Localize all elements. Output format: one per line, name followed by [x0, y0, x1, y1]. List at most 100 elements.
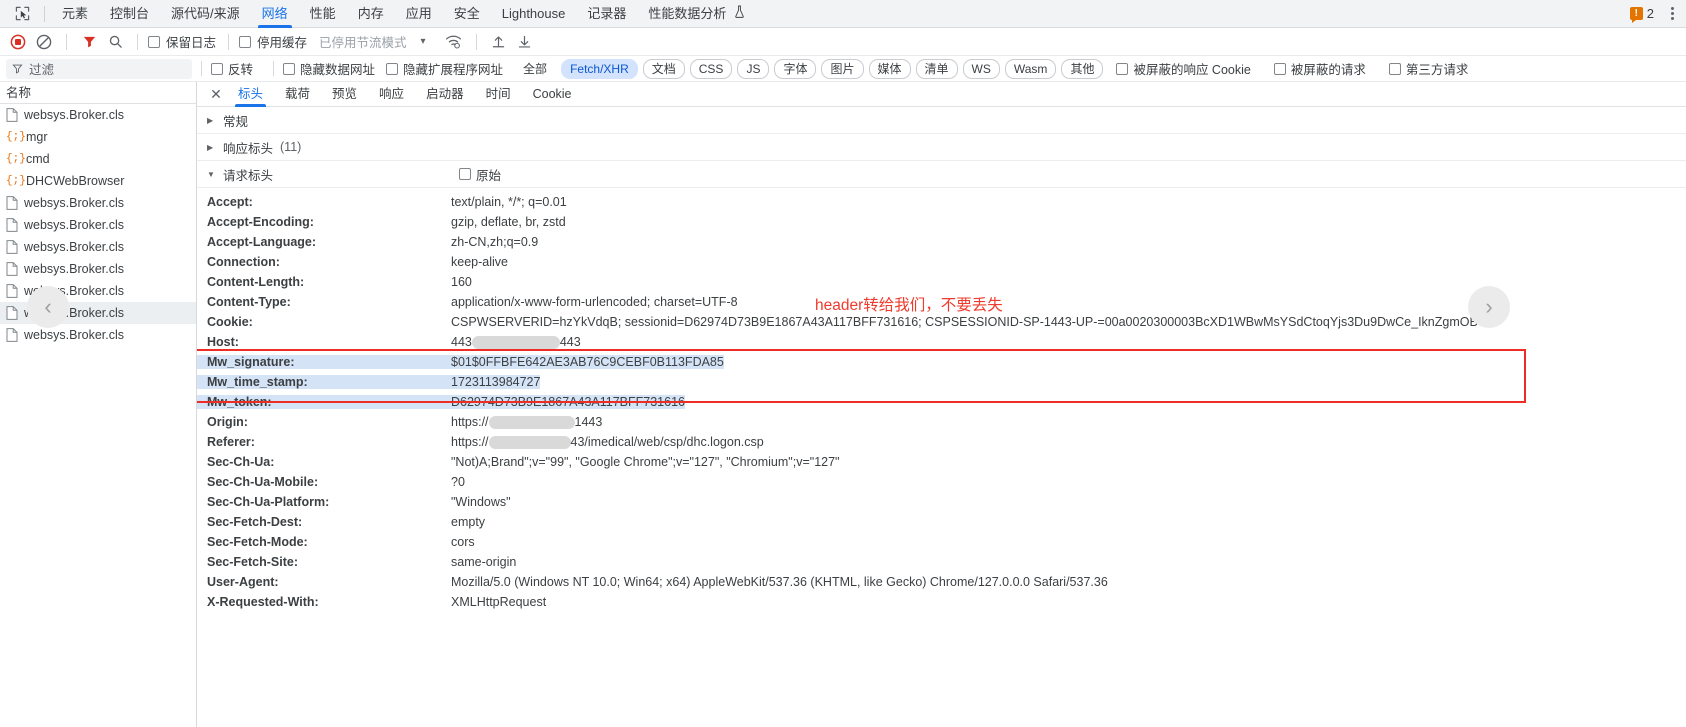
close-icon[interactable]: ✕: [205, 83, 227, 105]
invert-checkbox[interactable]: 反转: [211, 59, 253, 78]
network-conditions-icon[interactable]: [442, 30, 466, 54]
header-value-prefix: https://: [451, 434, 489, 449]
header-value: cors: [451, 535, 475, 549]
header-name: Referer:: [207, 435, 255, 449]
header-value-text: same-origin: [451, 555, 517, 569]
kebab-menu-icon[interactable]: [1664, 5, 1680, 23]
header-row: Referer: https:// 43/imedical/web/csp/dhc.…: [197, 432, 1686, 452]
import-har-icon[interactable]: [487, 30, 511, 54]
detail-tab-headers[interactable]: 标头: [227, 82, 274, 107]
disable-cache-checkbox[interactable]: 停用缓存: [239, 32, 307, 51]
tab-memory[interactable]: 内存: [347, 0, 395, 28]
section-request-headers[interactable]: ▼ 请求标头 原始: [197, 161, 1686, 188]
detail-tab-cookie[interactable]: Cookie: [522, 82, 583, 107]
type-chip-css[interactable]: CSS: [689, 58, 733, 79]
header-value-text: CSPWSERVERID=hzYkVdqB; sessionid=D62974D…: [451, 315, 1478, 329]
filter-funnel-icon[interactable]: [77, 30, 101, 54]
document-icon: [6, 306, 18, 320]
tab-application[interactable]: 应用: [395, 0, 443, 28]
list-item[interactable]: websys.Broker.cls: [0, 214, 196, 236]
hide-data-urls-checkbox[interactable]: 隐藏数据网址: [283, 59, 375, 78]
preserve-log-label: 保留日志: [166, 36, 217, 50]
header-value: 1723113984727: [451, 375, 541, 389]
list-item[interactable]: {;} cmd: [0, 148, 196, 170]
header-value-text: 160: [451, 275, 472, 289]
clear-network-log-icon[interactable]: [32, 30, 56, 54]
list-item[interactable]: websys.Broker.cls: [0, 236, 196, 258]
tab-security[interactable]: 安全: [443, 0, 491, 28]
detail-tab-payload[interactable]: 载荷: [274, 82, 321, 107]
list-item-label: cmd: [26, 152, 50, 166]
type-chip-fetch-xhr[interactable]: Fetch/XHR: [561, 58, 638, 79]
tab-performance-insights[interactable]: 性能数据分析: [637, 0, 749, 28]
detail-tab-timing[interactable]: 时间: [475, 82, 522, 107]
third-party-checkbox[interactable]: 第三方请求: [1388, 59, 1468, 78]
detail-tab-preview[interactable]: 预览: [321, 82, 368, 107]
tab-console[interactable]: 控制台: [99, 0, 160, 28]
header-value-text: text/plain, */*; q=0.01: [451, 195, 567, 209]
blocked-requests-checkbox[interactable]: 被屏蔽的请求: [1273, 59, 1366, 78]
list-item[interactable]: websys.Broker.cls: [0, 324, 196, 346]
list-item-label: websys.Broker.cls: [24, 196, 125, 210]
type-chip-other[interactable]: 其他: [1061, 58, 1104, 79]
header-row: Sec-Fetch-Mode: cors: [197, 532, 1686, 552]
list-item[interactable]: websys.Broker.cls: [0, 192, 196, 214]
request-list-panel: 名称 websys.Broker.cls {;} mgr {;} cmd {;} DHCWe…: [0, 82, 197, 727]
header-value: https:// 43/imedical/web/csp/dhc.logon.cs…: [451, 434, 764, 450]
type-chip-js[interactable]: JS: [737, 58, 770, 79]
inspect-element-icon[interactable]: [10, 4, 34, 24]
js-icon: {;}: [6, 175, 26, 187]
next-arrow-button[interactable]: ›: [1468, 286, 1510, 328]
type-chip-media[interactable]: 媒体: [868, 58, 911, 79]
blocked-cookies-checkbox-box: [1116, 62, 1129, 75]
raw-toggle-label: 原始: [476, 168, 502, 183]
list-item-label: websys.Broker.cls: [24, 262, 125, 276]
export-har-icon[interactable]: [513, 30, 537, 54]
search-icon[interactable]: [103, 30, 127, 54]
list-item[interactable]: websys.Broker.cls: [0, 258, 196, 280]
header-value: Mozilla/5.0 (Windows NT 10.0; Win64; x64…: [451, 575, 1108, 589]
tab-network[interactable]: 网络: [251, 0, 299, 28]
header-row: Mw_time_stamp: 1723113984727: [197, 372, 1686, 392]
header-name: Cookie:: [207, 315, 253, 329]
network-main: 名称 websys.Broker.cls {;} mgr {;} cmd {;} DHCWe…: [0, 82, 1686, 727]
type-chip-ws[interactable]: WS: [962, 58, 1000, 79]
header-name: X-Requested-With:: [207, 595, 319, 609]
detail-tab-response[interactable]: 响应: [368, 82, 415, 107]
tab-elements[interactable]: 元素: [51, 0, 99, 28]
detail-tab-initiator[interactable]: 启动器: [415, 82, 475, 107]
header-value-text: $01$0FFBFE642AE3AB76C9CEBF0B113FDA85: [451, 355, 724, 369]
chevron-down-icon[interactable]: ▾: [421, 36, 426, 47]
tab-lighthouse[interactable]: Lighthouse: [491, 0, 577, 28]
type-chip-wasm[interactable]: Wasm: [1004, 58, 1057, 79]
header-value: ?0: [451, 475, 465, 489]
hide-extension-urls-checkbox[interactable]: 隐藏扩展程序网址: [386, 59, 503, 78]
type-chip-doc[interactable]: 文档: [642, 58, 685, 79]
tab-performance[interactable]: 性能: [299, 0, 347, 28]
type-chip-img[interactable]: 图片: [821, 58, 864, 79]
header-value-text: cors: [451, 535, 475, 549]
list-item[interactable]: {;} DHCWebBrowser: [0, 170, 196, 192]
blocked-cookies-checkbox[interactable]: 被屏蔽的响应 Cookie: [1116, 59, 1251, 78]
search-input[interactable]: 过滤: [6, 58, 192, 79]
section-response-headers[interactable]: ▶ 响应标头 (11): [197, 134, 1686, 161]
section-general[interactable]: ▶ 常规: [197, 107, 1686, 134]
preserve-log-checkbox[interactable]: 保留日志: [148, 32, 216, 51]
header-row: Mw_signature: $01$0FFBFE642AE3AB76C9CEBF0…: [197, 352, 1686, 372]
header-value: text/plain, */*; q=0.01: [451, 195, 567, 209]
list-item[interactable]: websys.Broker.cls: [0, 104, 196, 126]
raw-toggle-checkbox[interactable]: 原始: [459, 165, 501, 184]
tab-recorder[interactable]: 记录器: [576, 0, 637, 28]
list-item[interactable]: {;} mgr: [0, 126, 196, 148]
type-chip-font[interactable]: 字体: [774, 58, 817, 79]
record-stop-icon[interactable]: [6, 30, 30, 54]
header-value-text: zh-CN,zh;q=0.9: [451, 235, 539, 249]
warning-badge[interactable]: ! 2: [1629, 6, 1654, 23]
header-name: Accept:: [207, 195, 253, 209]
tab-sources[interactable]: 源代码/来源: [160, 0, 251, 28]
throttling-select-label[interactable]: 已停用节流模式: [319, 32, 407, 51]
header-value-suffix: 443: [559, 334, 581, 349]
type-chip-all[interactable]: 全部: [514, 59, 556, 79]
type-chip-manifest[interactable]: 清单: [915, 58, 958, 79]
prev-arrow-button[interactable]: ‹: [27, 286, 69, 328]
